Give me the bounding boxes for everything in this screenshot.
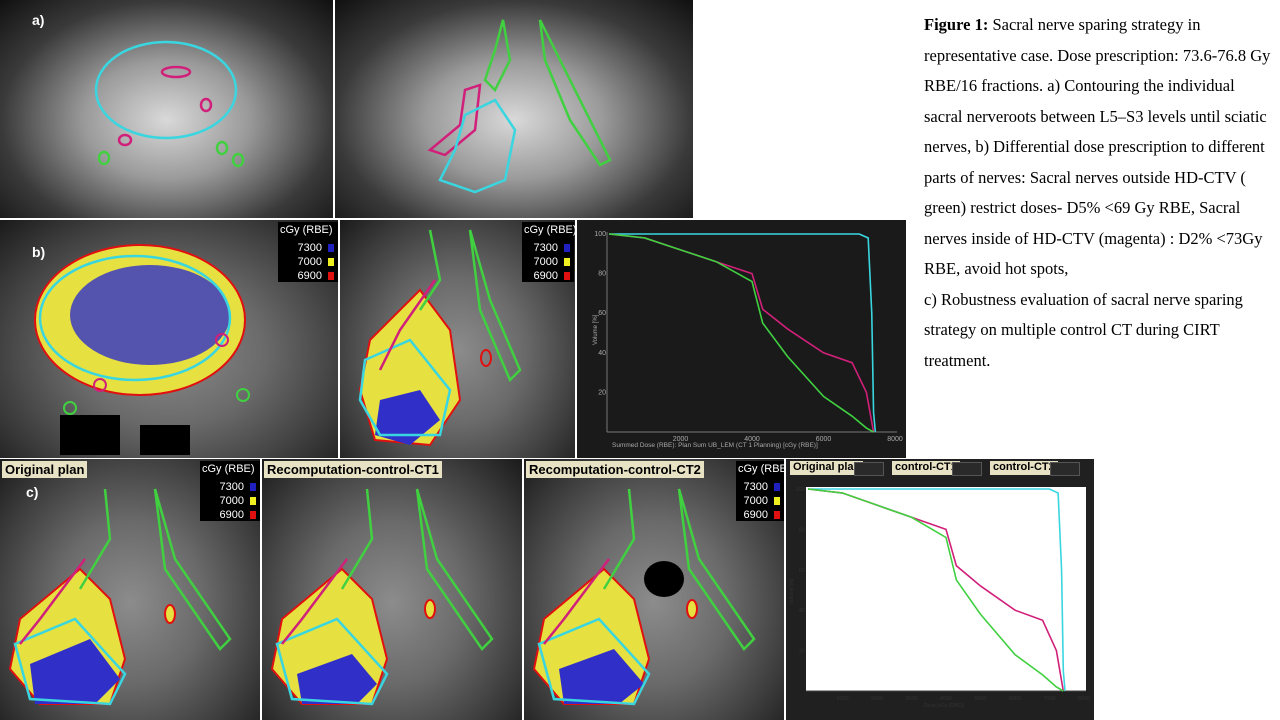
dose-swatch-yellow — [328, 258, 334, 266]
panel-a-coronal-contours — [427, 19, 612, 194]
plan-title-original: Original plan — [2, 461, 88, 478]
plan-title-control-ct1: Recomputation-control-CT1 — [264, 461, 442, 478]
dvh-legend-control-ct2: control-CT2 — [990, 461, 1058, 475]
dose-swatch-blue — [774, 483, 780, 491]
dose-swatch-yellow — [774, 497, 780, 505]
dvh-top-ytick-label: 60 — [598, 310, 606, 317]
dose-swatch-red — [774, 511, 780, 519]
dvh-top-series-line — [609, 233, 877, 433]
caption-text: Sacral nerve sparing strategy in represe… — [924, 15, 1271, 278]
dvh-bottom-ytick-label: 20 — [799, 649, 805, 655]
dose-level-6900: 6900 — [297, 270, 322, 282]
dvh-top-xtick-label: 6000 — [816, 436, 832, 443]
dvh-top-ylabel: Volume [%] — [593, 314, 599, 345]
dose-level-7000: 7000 — [743, 495, 768, 507]
panel-c-label: c) — [26, 484, 39, 500]
dose-level-7000: 7000 — [297, 256, 322, 268]
dvh-top-xtick-label: 4000 — [744, 436, 760, 443]
dose-swatch-blue — [250, 483, 256, 491]
dose-level-7300: 7300 — [533, 242, 558, 254]
dose-legend-unit: cGy (RBE) — [280, 224, 333, 236]
dose-legend-c2: cGy (RBE) 7300 7000 6900 — [736, 461, 784, 521]
dvh-bottom-xtick-label: 4000 — [940, 696, 952, 702]
dvh-top-svg: Volume [%] Summed Dose (RBE): Plan Sum U… — [593, 231, 903, 449]
dose-swatch-red — [328, 272, 334, 280]
dose-level-6900: 6900 — [743, 509, 768, 521]
dose-level-7300: 7300 — [219, 481, 244, 493]
dvh-bottom-ytick-label: 60 — [799, 568, 805, 574]
dvh-bottom-ytick-label: 80 — [799, 527, 805, 533]
dose-legend-b2: cGy (RBE) 7300 7000 6900 — [522, 222, 575, 282]
dvh-top-series-line — [608, 233, 875, 433]
dvh-top-ytick-label: 100 — [594, 231, 606, 238]
dvh-legend-ct2-dropdown[interactable] — [1050, 462, 1080, 476]
dvh-bottom-xtick-label: 3000 — [905, 696, 917, 702]
dvh-chart-top: Volume [%] Summed Dose (RBE): Plan Sum U… — [577, 220, 906, 458]
dose-level-6900: 6900 — [533, 270, 558, 282]
dvh-top-ytick-label: 80 — [598, 271, 606, 278]
dvh-bottom-svg: Volume [%] Dose [cGy (RBE)] 1000 2000 3000… — [789, 487, 1090, 709]
panel-c-control-ct1: Recomputation-control-CT1 — [262, 459, 522, 720]
panel-a-axial-mri: a) — [0, 0, 333, 218]
dvh-legend-control-ct1: control-CT1 — [892, 461, 960, 475]
dose-swatch-blue — [564, 244, 570, 252]
dvh-top-ytick-label: 40 — [598, 350, 606, 357]
dose-level-7300: 7300 — [743, 481, 768, 493]
dose-legend-c: cGy (RBE) 7300 7000 6900 — [200, 461, 260, 521]
dose-level-7000: 7000 — [533, 256, 558, 268]
figure-caption: Figure 1: Sacral nerve sparing strategy … — [924, 10, 1272, 376]
dvh-bottom-ytick-label: 40 — [799, 608, 805, 614]
dvh-top-xtick-label: 8000 — [887, 436, 903, 443]
panel-c-original-plan: Original plan cGy (RBE) 7300 7000 6900 — [0, 459, 260, 720]
dose-swatch-red — [564, 272, 570, 280]
dvh-legend-original: Original plan — [790, 461, 864, 475]
panel-c-control-ct2: Recomputation-control-CT2 cGy (RBE) 7300… — [524, 459, 784, 720]
panel-a-label: a) — [32, 12, 45, 28]
dose-level-7000: 7000 — [219, 495, 244, 507]
plan-title-control-ct2: Recomputation-control-CT2 — [526, 461, 704, 478]
dvh-bottom-xtick-label: 6000 — [1009, 696, 1021, 702]
dvh-bottom-xtick-label: 7000 — [1043, 696, 1055, 702]
dose-swatch-blue — [328, 244, 334, 252]
dose-level-6900: 6900 — [219, 509, 244, 521]
dose-swatch-yellow — [564, 258, 570, 266]
dvh-bottom-ytick-label: 100 — [796, 487, 805, 493]
dvh-bottom-xtick-label: 5000 — [974, 696, 986, 702]
dvh-top-series-line — [608, 233, 874, 433]
dvh-top-xtick-label: 2000 — [673, 436, 689, 443]
dvh-bottom-xlabel: Dose [cGy (RBE)] — [924, 703, 964, 709]
dvh-bottom-xtick-label: 2000 — [871, 696, 883, 702]
dvh-legend-original-dropdown[interactable] — [854, 462, 884, 476]
dose-swatch-yellow — [250, 497, 256, 505]
panel-b-label: b) — [32, 244, 46, 260]
dose-legend-unit: cGy (RBE) — [202, 463, 255, 475]
panel-b-coronal-dose: cGy (RBE) 7300 7000 6900 — [340, 220, 575, 458]
dvh-top-ytick-label: 20 — [598, 389, 606, 396]
dose-legend-b1: cGy (RBE) 7300 7000 6900 — [278, 222, 338, 282]
dvh-bottom-xtick-label: 8000 — [1078, 696, 1090, 702]
panel-a-coronal-mri — [335, 0, 693, 218]
dvh-chart-bottom: Original plan control-CT1 control-CT2 Vo… — [786, 459, 1094, 720]
panel-c-ct1-dose-wash — [270, 488, 494, 706]
dose-legend-unit: cGy (RBE) — [524, 224, 575, 236]
dose-swatch-red — [250, 511, 256, 519]
caption-heading: Figure 1: — [924, 15, 989, 34]
dvh-bottom-xtick-label: 1000 — [836, 696, 848, 702]
panel-b-axial-dose: b) cGy (RBE) 7300 7000 6900 — [0, 220, 338, 458]
panel-a-axial-contours — [94, 40, 245, 168]
dvh-legend-ct1-dropdown[interactable] — [952, 462, 982, 476]
dvh-bottom-ylabel: Volume [%] — [789, 578, 795, 604]
dvh-top-xlabel: Summed Dose (RBE): Plan Sum UB_LEM (CT 1… — [612, 442, 818, 449]
caption-text-c: c) Robustness evaluation of sacral nerve… — [924, 289, 1243, 370]
dose-level-7300: 7300 — [297, 242, 322, 254]
dose-legend-unit: cGy (RBE) — [738, 463, 784, 475]
